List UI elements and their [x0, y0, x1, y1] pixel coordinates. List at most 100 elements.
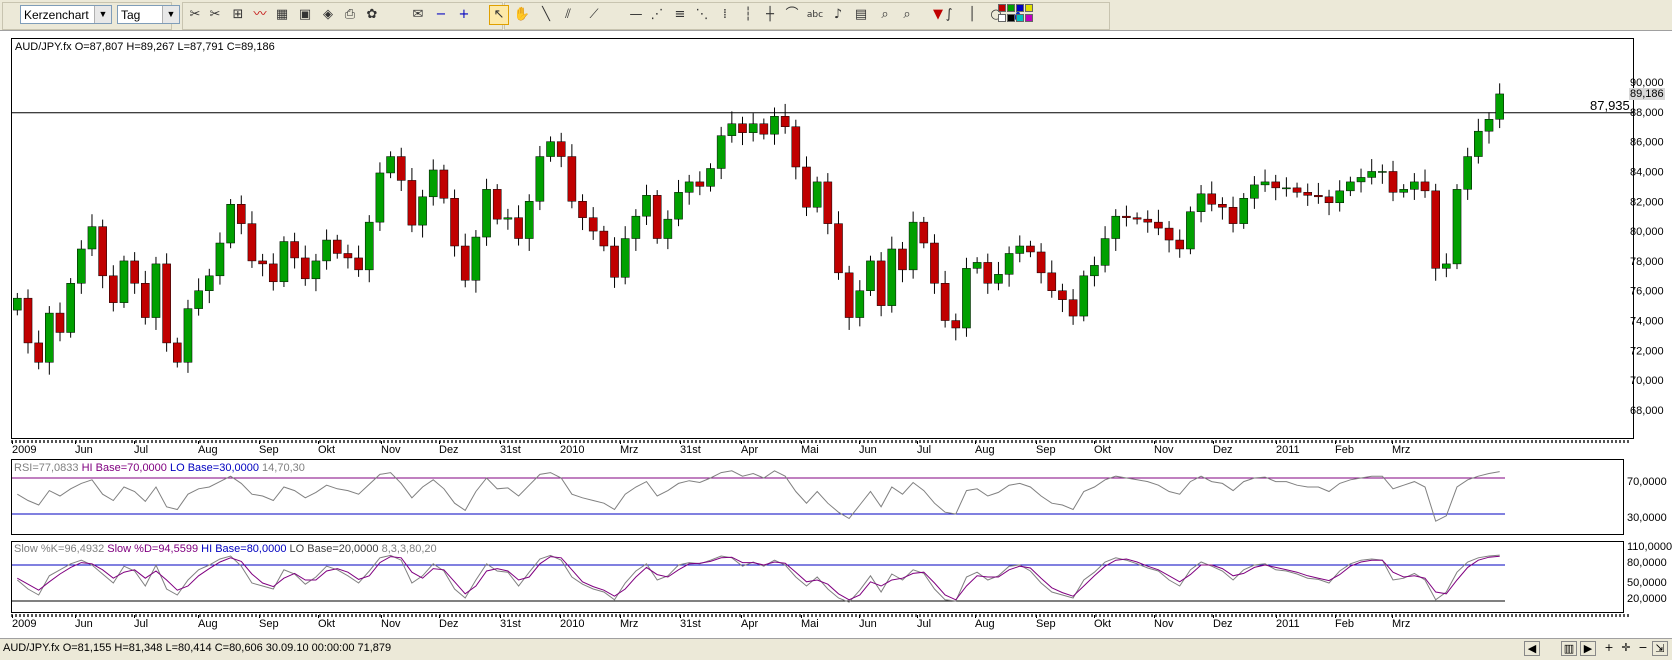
- vertical-line-icon[interactable]: │: [962, 5, 982, 25]
- candle-body: [610, 245, 619, 278]
- resize-icon[interactable]: ⇲: [1652, 641, 1668, 656]
- x-axis-tick-label: 31st: [500, 444, 521, 456]
- chart-type-select[interactable]: Kerzenchart ▼: [20, 5, 112, 24]
- x-axis-tick-label: Mai: [801, 444, 819, 456]
- x-axis-tick: [1154, 615, 1155, 618]
- ray-icon[interactable]: ⟋: [584, 5, 604, 25]
- candle-body: [1026, 245, 1035, 253]
- x-axis-tick: [134, 441, 135, 444]
- candle-body: [322, 239, 331, 262]
- chevron-down-icon[interactable]: ▼: [162, 6, 179, 23]
- x-axis-tick-label: Apr: [741, 618, 759, 630]
- text-icon[interactable]: abc: [805, 5, 825, 25]
- chart-window-icon[interactable]: ▣: [295, 5, 315, 25]
- candle-body: [535, 156, 545, 202]
- stoch-ytick: 20,0000: [1627, 593, 1667, 605]
- chart-wizard-icon[interactable]: 〰: [250, 5, 270, 25]
- fan-icon[interactable]: ⋰: [647, 5, 667, 25]
- x-axis-tick: [1276, 615, 1277, 618]
- x-axis-tick: [917, 441, 918, 444]
- eraser-icon[interactable]: ◈: [318, 5, 338, 25]
- y-axis-tick-label: 70,000: [1630, 375, 1664, 387]
- arc-icon[interactable]: ⌒: [782, 5, 802, 25]
- x-axis-tick-label: Okt: [1094, 618, 1112, 630]
- print-icon[interactable]: ⎙: [340, 5, 360, 25]
- candle-body: [332, 239, 342, 254]
- candle-body: [1346, 181, 1355, 192]
- arrow-down-icon[interactable]: ▼: [928, 5, 948, 25]
- x-axis-tick: [1276, 441, 1277, 444]
- candle-body: [141, 283, 150, 318]
- zoom-out-icon[interactable]: ⌕: [897, 5, 917, 25]
- candle-body: [1154, 221, 1163, 229]
- zoom-out-icon[interactable]: −: [1635, 641, 1651, 656]
- x-axis-tick: [1094, 615, 1095, 618]
- x-axis-tick-label: Jul: [134, 618, 149, 630]
- candle-body: [1356, 177, 1366, 183]
- candle-body: [738, 123, 747, 133]
- candle-body: [802, 166, 811, 208]
- x-axis-tick: [620, 441, 621, 444]
- pointer-icon[interactable]: ↖: [489, 5, 509, 25]
- stoch-ytick: 50,0000: [1627, 577, 1667, 589]
- crosshair-icon[interactable]: ┼: [760, 5, 780, 25]
- vertical-grid-icon[interactable]: ┆: [738, 5, 758, 25]
- x-axis-tick: [318, 441, 319, 444]
- zoom-in-icon[interactable]: +: [1601, 641, 1617, 656]
- candle-body: [1431, 190, 1440, 269]
- table-icon[interactable]: ▦: [272, 5, 292, 25]
- color-grid-icon[interactable]: [998, 4, 1038, 26]
- candle-body: [34, 342, 43, 363]
- x-axis-tick: [439, 615, 440, 618]
- bell-icon[interactable]: ♪: [828, 5, 848, 25]
- scissors-icon[interactable]: ✂: [205, 5, 225, 25]
- x-axis-tick: [259, 441, 260, 444]
- candle-body: [1484, 119, 1494, 132]
- x-axis-tick-label: 2009: [12, 618, 37, 630]
- scroll-right-icon[interactable]: ▶: [1580, 641, 1596, 656]
- candle-body: [780, 116, 790, 127]
- x-axis-tick: [975, 441, 976, 444]
- candle-body: [1452, 189, 1462, 265]
- candle-body: [482, 189, 491, 238]
- candle-body: [556, 141, 566, 157]
- candle-body: [1111, 215, 1121, 239]
- chevron-down-icon[interactable]: ▼: [94, 6, 111, 23]
- scissors-icon[interactable]: ✂: [185, 5, 205, 25]
- candle-body: [279, 241, 289, 283]
- envelope-icon[interactable]: ✉: [408, 5, 428, 25]
- parallel-lines-icon[interactable]: ⫽: [558, 5, 578, 25]
- minus-icon[interactable]: −: [431, 5, 451, 25]
- gann-icon[interactable]: ⋱: [692, 5, 712, 25]
- zoom-in-icon[interactable]: ⌕: [875, 5, 895, 25]
- candle-body: [183, 308, 193, 363]
- x-axis-tick-label: Dez: [439, 444, 459, 456]
- palette-icon[interactable]: ✿: [362, 5, 382, 25]
- x-axis-tick: [198, 441, 199, 444]
- x-axis-tick-label: 2011: [1276, 618, 1300, 630]
- x-axis-tick: [620, 615, 621, 618]
- timeframe-select[interactable]: Tag ▼: [117, 5, 180, 24]
- scroll-thumb-icon[interactable]: ▥: [1561, 641, 1577, 656]
- scroll-left-icon[interactable]: ◀: [1524, 641, 1540, 656]
- candle-body: [130, 260, 139, 284]
- candle-body: [300, 257, 310, 280]
- candle-body: [460, 245, 470, 281]
- candle-body: [1058, 290, 1067, 300]
- candle-body: [1015, 245, 1025, 254]
- calculator-icon[interactable]: ▤: [851, 5, 871, 25]
- candle-body: [375, 172, 385, 223]
- candle-body: [55, 312, 65, 333]
- candle-body: [396, 156, 406, 181]
- rsi-ytick: 70,0000: [1627, 476, 1667, 488]
- hand-icon[interactable]: ✋: [512, 5, 532, 25]
- fibonacci-icon[interactable]: ≡: [670, 5, 690, 25]
- horizontal-line-icon[interactable]: —: [626, 5, 646, 25]
- line-icon[interactable]: ╲: [536, 5, 556, 25]
- candle-body: [1079, 275, 1089, 317]
- plus-icon[interactable]: +: [454, 5, 474, 25]
- fibonacci-time-icon[interactable]: ⁞: [715, 5, 735, 25]
- crosshair-icon[interactable]: ✛: [1618, 641, 1634, 656]
- grid-icon[interactable]: ⊞: [228, 5, 248, 25]
- candle-body: [1068, 299, 1078, 317]
